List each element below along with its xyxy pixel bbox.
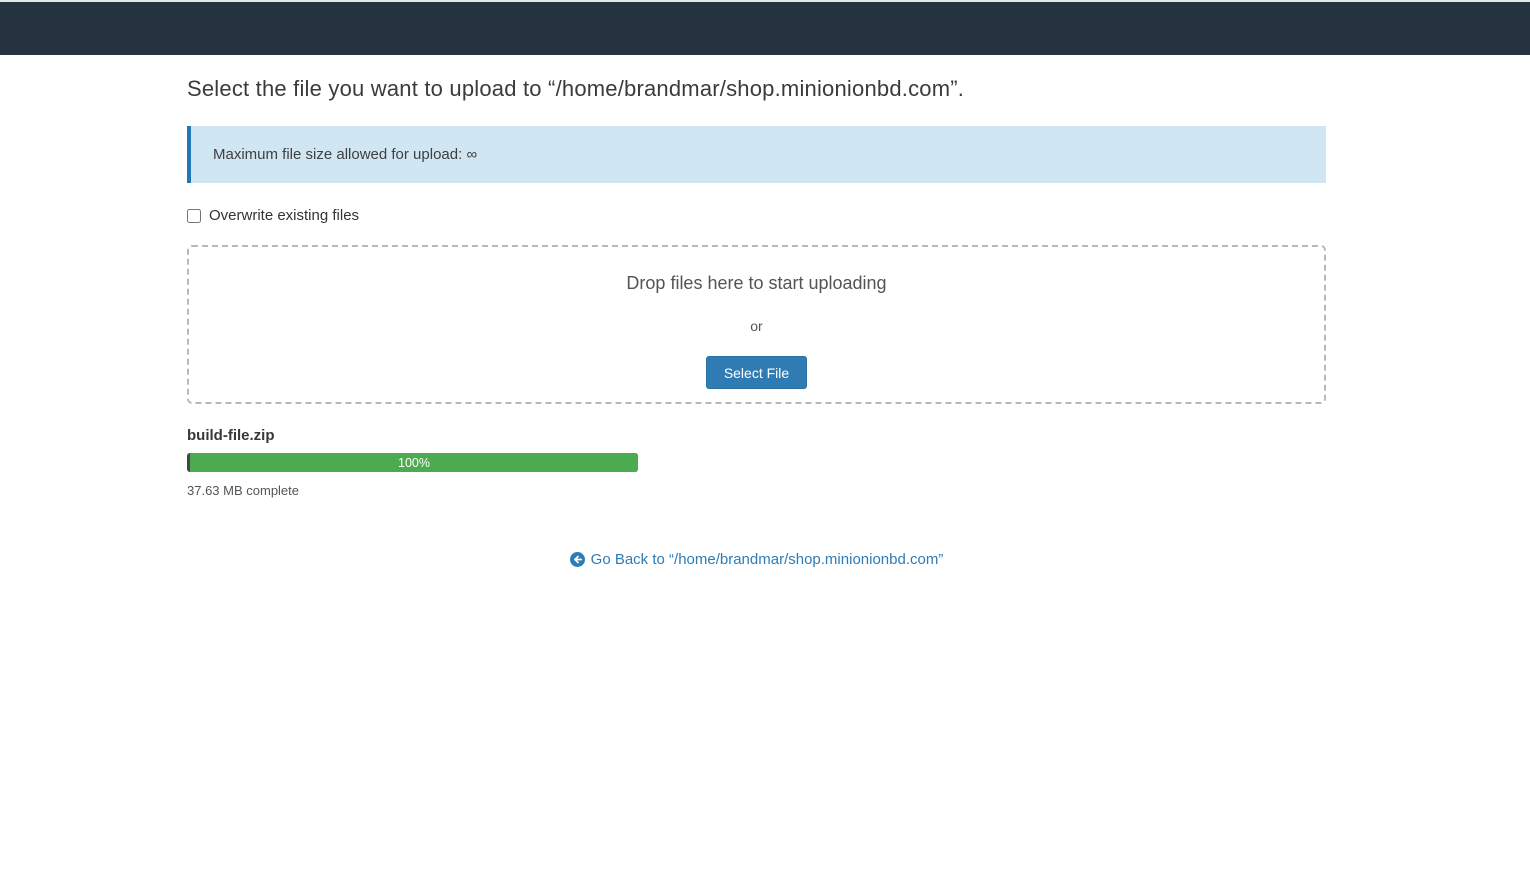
overwrite-existing-files-option[interactable]: Overwrite existing files — [187, 207, 1326, 224]
dropzone-separator: or — [750, 318, 762, 334]
top-bar — [0, 0, 1530, 55]
file-dropzone[interactable]: Drop files here to start uploading or Se… — [187, 245, 1326, 404]
upload-status: 37.63 MB complete — [187, 483, 1326, 498]
upload-filename: build-file.zip — [187, 427, 1326, 444]
go-back-link-label: Go Back to “/home/brandmar/shop.minionio… — [591, 551, 944, 568]
upload-item: build-file.zip 100% 37.63 MB complete — [187, 427, 1326, 498]
page-title: Select the file you want to upload to “/… — [187, 76, 1326, 102]
upload-progress-fill: 100% — [190, 453, 638, 472]
back-row: Go Back to “/home/brandmar/shop.minionio… — [187, 551, 1326, 572]
upload-page: Select the file you want to upload to “/… — [187, 76, 1326, 572]
upload-progress-label: 100% — [398, 456, 430, 470]
go-back-link[interactable]: Go Back to “/home/brandmar/shop.minionio… — [570, 551, 944, 568]
overwrite-label: Overwrite existing files — [209, 207, 359, 224]
dropzone-instruction: Drop files here to start uploading — [626, 273, 886, 294]
select-file-button[interactable]: Select File — [706, 356, 807, 389]
overwrite-checkbox[interactable] — [187, 209, 201, 223]
max-file-size-notice: Maximum file size allowed for upload: ∞ — [187, 126, 1326, 183]
arrow-circle-left-icon — [570, 552, 585, 567]
upload-progress-bar: 100% — [187, 453, 638, 472]
max-file-size-notice-text: Maximum file size allowed for upload: ∞ — [213, 146, 477, 163]
